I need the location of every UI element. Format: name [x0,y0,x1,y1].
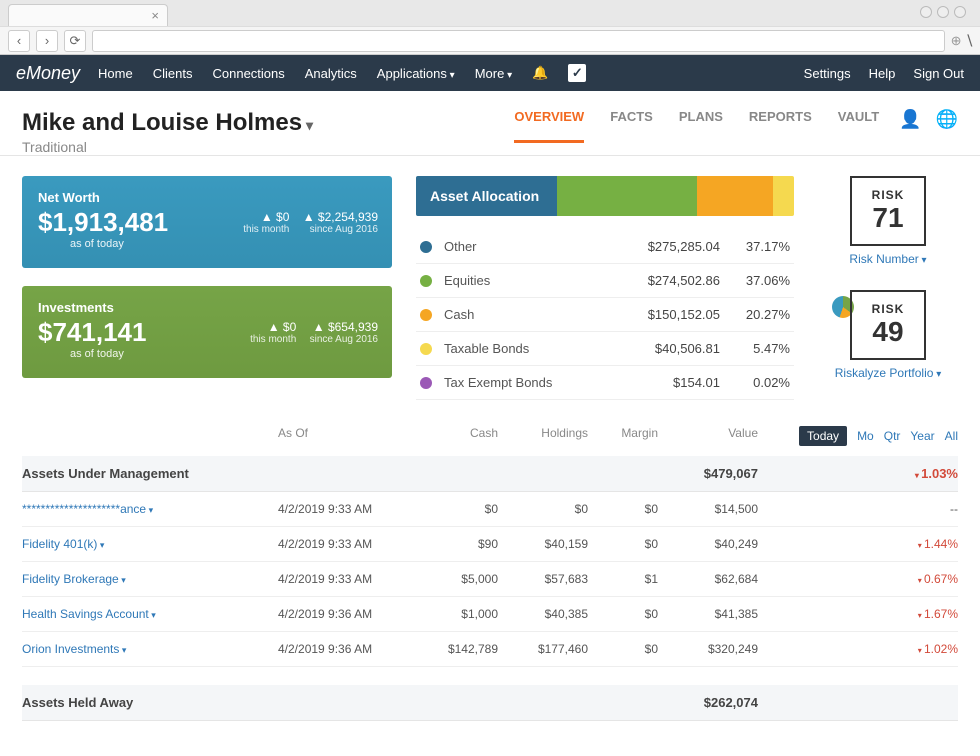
checkbox-icon[interactable]: ✓ [568,64,586,82]
table-row: Fidelity 401(k)4/2/2019 9:33 AM$90$40,15… [22,527,958,562]
networth-title: Net Worth [38,190,376,205]
allocation-name: Tax Exempt Bonds [444,375,610,390]
allocation-dot-icon [420,343,432,355]
allocation-row: Equities$274,502.8637.06% [416,264,794,298]
period-mo[interactable]: Mo [857,429,874,443]
investments-delta-month: ▲ $0 [268,320,297,334]
table-row: Fidelity Brokerage4/2/2019 9:33 AM$5,000… [22,562,958,597]
nav-help[interactable]: Help [869,66,896,81]
risk-number-link[interactable]: Risk Number [849,252,926,266]
logo: eMoney [16,63,80,84]
user-icon[interactable]: 👤 [899,109,921,130]
allocation-row: Other$275,285.0437.17% [416,230,794,264]
col-value: Value [658,426,758,450]
allocation-value: $40,506.81 [610,341,720,356]
period-year[interactable]: Year [910,429,934,443]
reload-button[interactable]: ⟳ [64,30,86,52]
tab-vault[interactable]: VAULT [838,109,879,140]
aum-change: 1.03% [758,466,958,481]
tab-facts[interactable]: FACTS [610,109,653,140]
nav-clients[interactable]: Clients [153,66,193,81]
investments-title: Investments [38,300,376,315]
allocation-dot-icon [420,309,432,321]
allocation-bar: Asset Allocation [416,176,794,216]
nav-connections[interactable]: Connections [212,66,284,81]
risk-number-value: 71 [872,202,903,234]
allocation-pct: 37.17% [720,239,790,254]
bell-icon[interactable]: 🔔 [532,65,548,81]
col-asof: As Of [278,426,418,450]
networth-card[interactable]: Net Worth $1,913,481 as of today ▲ $0thi… [22,176,392,268]
allocation-value: $274,502.86 [610,273,720,288]
account-link[interactable]: *********************ance [22,502,153,516]
tab-reports[interactable]: REPORTS [749,109,812,140]
table-row: *********************ance4/2/2019 9:33 A… [22,492,958,527]
account-link[interactable]: Orion Investments [22,642,126,656]
client-name-dropdown[interactable]: Mike and Louise Holmes [22,109,514,137]
away-label: Assets Held Away [22,695,278,710]
allocation-title: Asset Allocation [430,188,539,204]
allocation-value: $275,285.04 [610,239,720,254]
account-link[interactable]: Fidelity 401(k) [22,537,104,551]
allocation-dot-icon [420,377,432,389]
investments-delta-since: ▲ $654,939 [313,320,378,334]
allocation-dot-icon [420,241,432,253]
account-link[interactable]: Fidelity Brokerage [22,572,126,586]
networth-delta-month: ▲ $0 [261,210,290,224]
col-holdings: Holdings [498,426,588,450]
riskalyze-box[interactable]: RISK 49 [850,290,926,360]
allocation-pct: 0.02% [720,375,790,390]
nav-more[interactable]: More [475,66,512,81]
allocation-pct: 37.06% [720,273,790,288]
allocation-name: Taxable Bonds [444,341,610,356]
allocation-pct: 20.27% [720,307,790,322]
nav-signout[interactable]: Sign Out [913,66,964,81]
table-row: Health Savings Account4/2/2019 9:36 AM$1… [22,597,958,632]
nav-analytics[interactable]: Analytics [305,66,357,81]
col-margin: Margin [588,426,658,450]
globe-icon[interactable]: 🌐 [936,109,958,130]
allocation-row: Tax Exempt Bonds$154.010.02% [416,366,794,400]
investments-card[interactable]: Investments $741,141 as of today ▲ $0thi… [22,286,392,378]
nav-applications[interactable]: Applications [377,66,455,81]
allocation-name: Equities [444,273,610,288]
extension-icon[interactable]: ⧹ [968,33,972,49]
browser-tab[interactable]: × [8,4,168,26]
client-subtitle: Traditional [22,139,514,155]
close-tab-icon[interactable]: × [151,8,159,23]
aum-value: $479,067 [658,466,758,481]
allocation-pct: 5.47% [720,341,790,356]
aum-label: Assets Under Management [22,466,278,481]
col-cash: Cash [418,426,498,450]
globe-icon: ⊕ [951,33,962,49]
forward-button[interactable]: › [36,30,58,52]
risk-number-box[interactable]: RISK 71 [850,176,926,246]
back-button[interactable]: ‹ [8,30,30,52]
networth-asof: as of today [70,238,376,250]
period-qtr[interactable]: Qtr [884,429,901,443]
allocation-dot-icon [420,275,432,287]
allocation-value: $150,152.05 [610,307,720,322]
allocation-value: $154.01 [610,375,720,390]
top-nav: eMoney Home Clients Connections Analytic… [0,55,980,91]
table-row: Orion Investments4/2/2019 9:36 AM$142,78… [22,632,958,667]
period-today[interactable]: Today [799,426,847,446]
allocation-row: Taxable Bonds$40,506.815.47% [416,332,794,366]
tab-overview[interactable]: OVERVIEW [514,109,584,143]
allocation-row: Cash$150,152.0520.27% [416,298,794,332]
allocation-name: Cash [444,307,610,322]
tab-plans[interactable]: PLANS [679,109,723,140]
away-value: $262,074 [658,695,758,710]
allocation-name: Other [444,239,610,254]
period-all[interactable]: All [945,429,958,443]
networth-delta-since: ▲ $2,254,939 [303,210,378,224]
nav-home[interactable]: Home [98,66,133,81]
investments-asof: as of today [70,348,376,360]
riskalyze-value: 49 [872,316,903,348]
riskalyze-link[interactable]: Riskalyze Portfolio [835,366,942,380]
nav-settings[interactable]: Settings [804,66,851,81]
account-link[interactable]: Health Savings Account [22,607,156,621]
address-bar[interactable] [92,30,945,52]
